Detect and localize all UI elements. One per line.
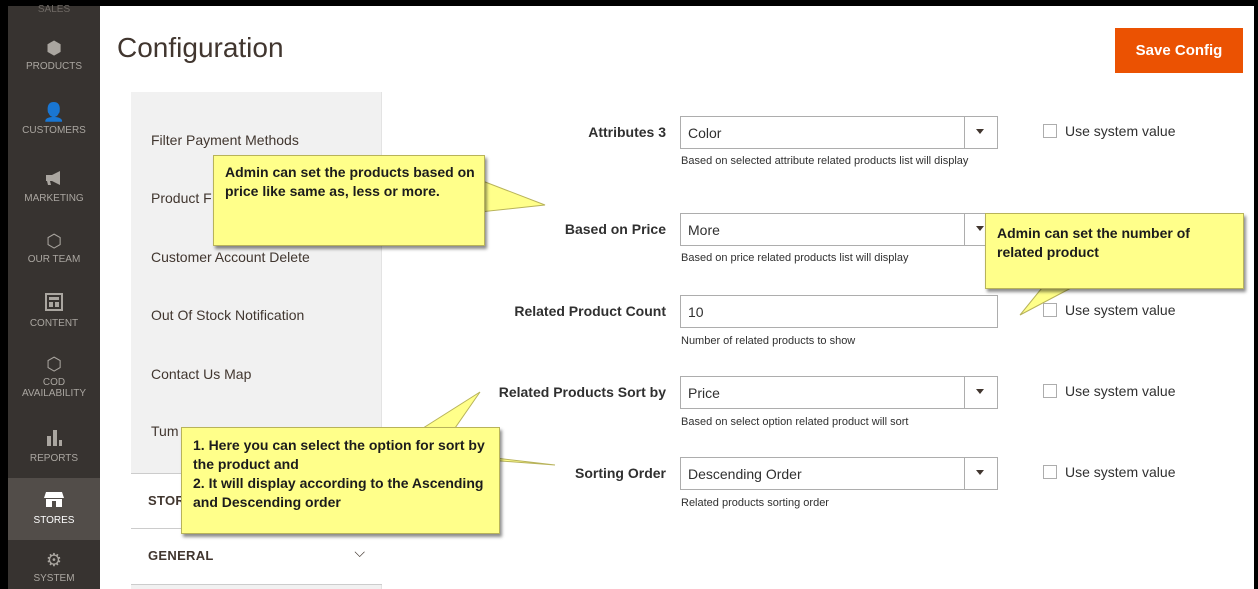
sort-by-select[interactable]: Price: [680, 376, 998, 409]
hexagon-icon: ⬡: [46, 231, 62, 252]
cut-off-link: [151, 80, 291, 90]
menu-item-customers[interactable]: 👤 CUSTOMERS: [8, 104, 100, 148]
tab-tum[interactable]: Tum: [151, 423, 178, 439]
sorting-order-select[interactable]: Descending Order: [680, 457, 998, 490]
menu-item-sales-cut[interactable]: SALES: [8, 5, 100, 15]
checkbox[interactable]: [1043, 303, 1057, 317]
select-value: Descending Order: [688, 466, 802, 482]
menu-item-label: STORES: [33, 515, 75, 526]
page-title: Configuration: [117, 32, 284, 63]
gear-icon: ⚙: [45, 550, 63, 571]
select-value: Color: [688, 125, 722, 141]
tab-section-label: GENERAL: [148, 548, 214, 563]
right-border: [1254, 0, 1258, 589]
sorting-order-label: Sorting Order: [574, 465, 666, 481]
tab-filter-payment-methods[interactable]: Filter Payment Methods: [151, 132, 299, 148]
callout-based-on-price: Admin can set the products based on pric…: [213, 155, 485, 246]
related-count-label: Related Product Count: [514, 303, 666, 319]
chevron-down-icon: [976, 226, 984, 231]
menu-item-content[interactable]: CONTENT: [8, 293, 100, 337]
input-value: 10: [688, 304, 704, 320]
callout-text: Admin can set the products based on pric…: [225, 164, 475, 199]
related-count-note: Number of related products to show: [681, 335, 856, 347]
based-on-price-select[interactable]: More: [680, 213, 998, 246]
tab-section-general[interactable]: GENERAL ⌵: [131, 529, 382, 585]
chevron-down-icon: [976, 389, 984, 394]
tab-section-label: STOR: [148, 493, 186, 508]
use-system-label: Use system value: [1065, 123, 1176, 139]
menu-item-products[interactable]: ⬢ PRODUCTS: [8, 40, 100, 84]
tab-out-of-stock-notification[interactable]: Out Of Stock Notification: [151, 307, 304, 323]
menu-item-stores[interactable]: STORES: [8, 478, 100, 540]
use-system-label: Use system value: [1065, 383, 1176, 399]
related-count-use-system[interactable]: Use system value: [1043, 302, 1175, 318]
menu-item-label: OUR TEAM: [27, 254, 81, 265]
based-on-price-note: Based on price related products list wil…: [681, 252, 909, 264]
attributes3-label: Attributes 3: [588, 124, 666, 140]
chevron-down-icon: ⌵: [354, 545, 365, 561]
menu-item-marketing[interactable]: MARKETING: [8, 170, 100, 214]
left-border: [0, 0, 8, 589]
sorting-order-note: Related products sorting order: [681, 497, 829, 509]
store-icon: [8, 490, 100, 512]
tab-customer-account-delete[interactable]: Customer Account Delete: [151, 249, 310, 265]
menu-item-label: CUSTOMERS: [22, 125, 86, 136]
attributes3-note: Based on selected attribute related prod…: [681, 155, 969, 167]
menu-item-label: PRODUCTS: [25, 61, 83, 72]
tab-product-filter[interactable]: Product F: [151, 190, 212, 206]
attributes3-select[interactable]: Color: [680, 116, 998, 149]
callout-sort: 1. Here you can select the option for so…: [181, 427, 500, 534]
menu-item-label: SYSTEM: [33, 573, 75, 584]
select-arrow-box: [964, 377, 997, 408]
hexagon-icon: ⬡: [46, 354, 62, 375]
menu-item-cod-availability[interactable]: ⬡ COD AVAILABILITY: [8, 356, 100, 412]
admin-menu: SALES ⬢ PRODUCTS 👤 CUSTOMERS MARKETING ⬡…: [8, 5, 100, 589]
save-config-button[interactable]: Save Config: [1115, 28, 1243, 73]
use-system-label: Use system value: [1065, 302, 1176, 318]
sort-by-use-system[interactable]: Use system value: [1043, 383, 1175, 399]
select-arrow-box: [964, 458, 997, 489]
menu-item-system[interactable]: ⚙ SYSTEM: [8, 552, 100, 589]
sorting-order-use-system[interactable]: Use system value: [1043, 464, 1175, 480]
menu-item-label: CONTENT: [29, 318, 79, 329]
menu-item-our-team[interactable]: ⬡ OUR TEAM: [8, 233, 100, 277]
person-icon: 👤: [42, 102, 66, 123]
sort-by-note: Based on select option related product w…: [681, 416, 909, 428]
cube-icon: ⬢: [46, 38, 62, 59]
checkbox[interactable]: [1043, 124, 1057, 138]
select-arrow-box: [964, 117, 997, 148]
attributes3-use-system[interactable]: Use system value: [1043, 123, 1175, 139]
chevron-down-icon: [976, 129, 984, 134]
megaphone-icon: [8, 170, 100, 190]
checkbox[interactable]: [1043, 384, 1057, 398]
based-on-price-label: Based on Price: [564, 221, 666, 237]
sort-by-label: Related Products Sort by: [498, 384, 666, 400]
tab-contact-us-map[interactable]: Contact Us Map: [151, 366, 251, 382]
callout-related-count: Admin can set the number of related prod…: [985, 213, 1244, 289]
callout-text: Admin can set the number of related prod…: [997, 225, 1190, 260]
select-value: More: [688, 222, 720, 238]
use-system-label: Use system value: [1065, 464, 1176, 480]
bar-chart-icon: [8, 428, 100, 450]
menu-item-reports[interactable]: REPORTS: [8, 428, 100, 472]
select-value: Price: [688, 385, 720, 401]
related-count-input[interactable]: 10: [680, 295, 998, 328]
menu-item-label: COD AVAILABILITY: [21, 377, 87, 399]
top-border: [0, 0, 1258, 6]
menu-item-label: REPORTS: [29, 453, 79, 464]
callout-text: 1. Here you can select the option for so…: [193, 437, 485, 510]
chevron-down-icon: [976, 470, 984, 475]
layout-icon: [8, 293, 100, 315]
menu-item-label: MARKETING: [24, 193, 84, 204]
checkbox[interactable]: [1043, 465, 1057, 479]
